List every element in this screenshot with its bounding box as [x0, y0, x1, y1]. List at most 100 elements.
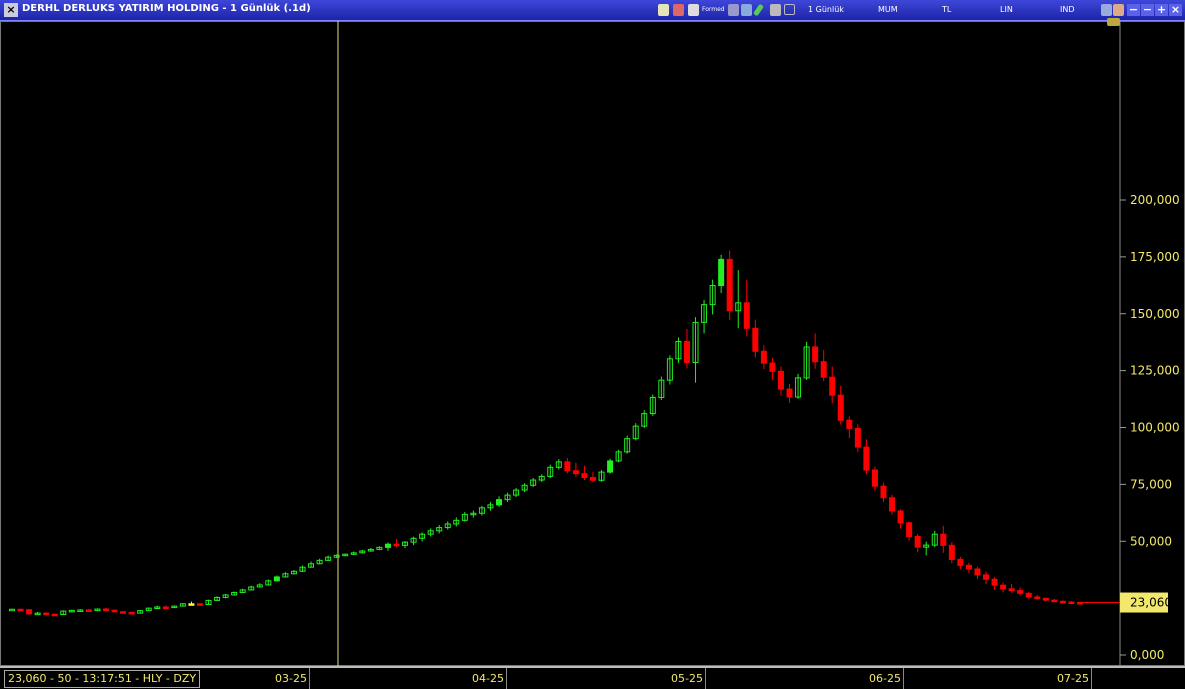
- candle-body: [940, 533, 947, 546]
- candle-body: [683, 341, 690, 363]
- last-price-label: 23,060: [1130, 596, 1172, 610]
- candle-body: [777, 370, 784, 390]
- minimize-button[interactable]: −: [1127, 4, 1140, 16]
- y-tick-label: 150,000: [1130, 307, 1180, 321]
- indicator-badge[interactable]: [1107, 18, 1120, 26]
- candle-body: [188, 603, 195, 606]
- candle-body: [1068, 601, 1075, 604]
- candle-body: [17, 608, 24, 612]
- candle-body: [1034, 596, 1041, 599]
- candle-body: [718, 258, 725, 287]
- x-tick-mark: [309, 668, 310, 689]
- y-tick-label: 125,000: [1130, 364, 1180, 378]
- candle-body: [854, 427, 861, 448]
- candle-body: [906, 522, 913, 537]
- x-tick-mark: [903, 668, 904, 689]
- candle-body: [965, 564, 972, 570]
- candle-body: [1042, 597, 1049, 601]
- time-axis-bar: 23,060 - 50 - 13:17:51 - HLY - DZY 03-25…: [0, 666, 1185, 689]
- candle-body: [752, 327, 759, 352]
- candle-body: [9, 608, 15, 612]
- x-tick-label: 06-25: [869, 672, 901, 685]
- candle-body: [829, 376, 836, 396]
- mode-selector[interactable]: IND: [1060, 5, 1075, 14]
- candle-body: [51, 613, 58, 617]
- x-tick-mark: [506, 668, 507, 689]
- x-tick-label: 04-25: [472, 672, 504, 685]
- candle-body: [85, 609, 92, 612]
- trend-icon[interactable]: [784, 4, 795, 15]
- candle-body: [120, 611, 127, 614]
- candle-body: [820, 361, 827, 378]
- restore-button[interactable]: −: [1141, 4, 1154, 16]
- candle-body: [589, 477, 596, 481]
- y-tick-label: 75,000: [1130, 477, 1172, 491]
- y-tick-label: 200,000: [1130, 193, 1180, 207]
- candle-body: [273, 576, 280, 582]
- window-titlebar: × DERHL DERLUKS YATIRIM HOLDING - 1 Günl…: [0, 0, 1185, 21]
- x-tick-label: 05-25: [671, 672, 703, 685]
- candle-body: [726, 258, 733, 312]
- candle-body: [384, 543, 391, 548]
- y-tick-label: 100,000: [1130, 421, 1180, 435]
- candle-body: [581, 473, 588, 479]
- period-selector[interactable]: 1 Günlük: [808, 5, 844, 14]
- candle-body: [572, 470, 579, 475]
- settings-icon[interactable]: [1113, 4, 1124, 16]
- compare-icon[interactable]: [770, 4, 781, 16]
- candle-body: [1059, 600, 1066, 604]
- candle-body: [786, 388, 793, 398]
- candle-body: [196, 603, 203, 606]
- candle-body: [760, 350, 767, 364]
- x-tick-label: 03-25: [275, 672, 307, 685]
- candle-body: [863, 446, 870, 471]
- currency-selector[interactable]: TL: [942, 5, 951, 14]
- candle-body: [162, 606, 169, 609]
- candle-body: [1017, 590, 1024, 594]
- candle-body: [743, 302, 750, 329]
- candle-body: [897, 510, 904, 524]
- candle-body: [880, 485, 887, 499]
- candle-body: [496, 499, 503, 506]
- candle-body: [871, 469, 878, 487]
- candle-body: [111, 609, 118, 613]
- formula-label[interactable]: Formed: [702, 6, 725, 13]
- x-tick-label: 07-25: [1057, 672, 1089, 685]
- candle-body: [769, 362, 776, 372]
- add-button[interactable]: +: [1155, 4, 1168, 16]
- candle-body: [812, 346, 819, 363]
- chart-style-selector[interactable]: MUM: [878, 5, 898, 14]
- candle-body: [1051, 599, 1058, 603]
- candle-body: [948, 544, 955, 560]
- candle-body: [889, 497, 896, 512]
- candle-body: [846, 419, 853, 429]
- candlestick-chart[interactable]: 0,000 50,000 75,000 100,000 125,000 150,000 17…: [0, 21, 1185, 666]
- candle-body: [26, 609, 33, 615]
- candle-body: [957, 558, 964, 566]
- pencil-icon[interactable]: [753, 3, 764, 17]
- y-tick-label: 0,000: [1130, 648, 1164, 662]
- x-tick-mark: [1091, 668, 1092, 689]
- candle-body: [607, 460, 614, 473]
- window-title: DERHL DERLUKS YATIRIM HOLDING - 1 Günlük…: [22, 3, 311, 14]
- scale-selector[interactable]: LIN: [1000, 5, 1013, 14]
- save-icon[interactable]: [658, 4, 669, 16]
- candle-body: [974, 568, 981, 576]
- candle-body: [983, 574, 990, 580]
- template-icon[interactable]: [688, 4, 699, 16]
- candle-body: [991, 578, 998, 586]
- candle-body: [128, 611, 135, 615]
- tools-icon[interactable]: [741, 4, 752, 16]
- indicator-icon[interactable]: [673, 4, 684, 16]
- candle-body: [1000, 584, 1007, 590]
- link-icon[interactable]: [1101, 4, 1112, 16]
- x-tick-mark: [705, 668, 706, 689]
- y-tick-label: 175,000: [1130, 250, 1180, 264]
- y-tick-label: 50,000: [1130, 534, 1172, 548]
- candle-body: [837, 394, 844, 421]
- panel-close-icon[interactable]: ×: [4, 3, 18, 17]
- candle-body: [914, 535, 921, 548]
- close-button[interactable]: ×: [1169, 4, 1182, 16]
- candle-body: [1008, 588, 1015, 592]
- grid-icon[interactable]: [728, 4, 739, 16]
